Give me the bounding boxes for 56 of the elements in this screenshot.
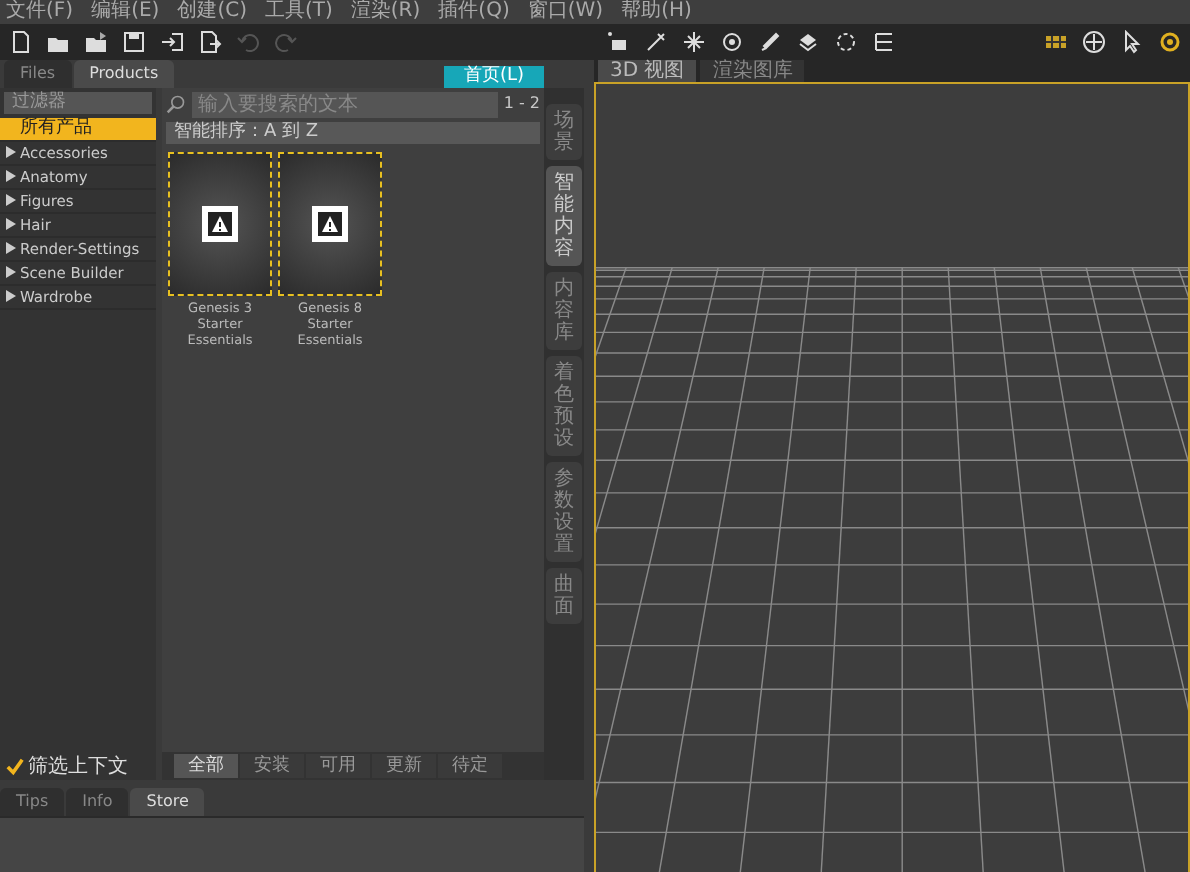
warning-frame-icon <box>200 204 240 244</box>
viewport-tab[interactable]: 3D 视图 <box>598 60 697 82</box>
move-icon[interactable] <box>1082 30 1106 54</box>
menu-item[interactable]: 创建(C) <box>177 0 247 24</box>
expand-arrow-icon[interactable] <box>6 290 16 302</box>
menu-item[interactable]: 工具(T) <box>264 0 333 24</box>
result-count: 1 - 2 <box>503 92 540 116</box>
side-tab[interactable]: 曲面 <box>546 568 582 624</box>
wand-icon[interactable] <box>644 30 668 54</box>
product-thumbnail[interactable] <box>278 152 382 296</box>
checkbox[interactable] <box>6 757 24 775</box>
sort-dropdown[interactable]: 智能排序：A 到 Z <box>166 122 540 144</box>
side-tab[interactable]: 内容库 <box>546 272 582 350</box>
home-button[interactable]: 首页(L) <box>443 66 544 88</box>
spotlight-icon[interactable] <box>720 30 744 54</box>
menu-item[interactable]: 编辑(E) <box>91 0 160 24</box>
side-tab[interactable]: 场景 <box>546 104 582 160</box>
rotate-icon[interactable] <box>1158 30 1182 54</box>
panel-tab[interactable]: Info <box>66 788 129 816</box>
warning-frame-icon <box>310 204 350 244</box>
import-icon[interactable] <box>160 30 184 54</box>
menu-item[interactable]: 帮助(H) <box>621 0 692 24</box>
panel-tab[interactable]: Files <box>4 60 72 88</box>
search-icon <box>166 94 186 114</box>
panel-tab[interactable]: Store <box>130 788 205 816</box>
3d-viewport[interactable] <box>594 82 1190 872</box>
side-tab[interactable]: 参数设置 <box>546 462 582 562</box>
side-tab[interactable]: 智能内容 <box>546 166 582 266</box>
export-icon[interactable] <box>198 30 222 54</box>
sparkle-icon[interactable] <box>682 30 706 54</box>
folder-icon[interactable] <box>84 30 108 54</box>
expand-arrow-icon[interactable] <box>6 242 16 254</box>
dotted-circle-icon[interactable] <box>834 30 858 54</box>
product-thumbnail[interactable] <box>168 152 272 296</box>
expand-arrow-icon[interactable] <box>6 194 16 206</box>
viewport-tab[interactable]: 渲染图库 <box>700 60 805 82</box>
status-tab[interactable]: 安装 <box>240 754 304 778</box>
status-tab[interactable]: 更新 <box>372 754 436 778</box>
expand-arrow-icon[interactable] <box>6 266 16 278</box>
panel-tab[interactable]: Products <box>73 60 175 88</box>
panel-tab[interactable]: Tips <box>0 788 65 816</box>
grid-icon[interactable] <box>1044 30 1068 54</box>
expand-arrow-icon[interactable] <box>6 170 16 182</box>
side-tab[interactable]: 着色预设 <box>546 356 582 456</box>
checkbox-label: 筛选上下文 <box>28 753 128 781</box>
cursor-icon[interactable] <box>1120 30 1144 54</box>
status-tab[interactable]: 待定 <box>438 754 502 778</box>
list-icon[interactable] <box>872 30 896 54</box>
status-tab[interactable]: 全部 <box>174 754 238 778</box>
menu-item[interactable]: 插件(Q) <box>438 0 510 24</box>
expand-arrow-icon[interactable] <box>6 146 16 158</box>
filter-dropdown[interactable]: 过滤器 <box>4 92 152 114</box>
save-icon[interactable] <box>122 30 146 54</box>
expand-arrow-icon[interactable] <box>6 218 16 230</box>
status-tab[interactable]: 可用 <box>306 754 370 778</box>
new-file-icon[interactable] <box>8 30 32 54</box>
